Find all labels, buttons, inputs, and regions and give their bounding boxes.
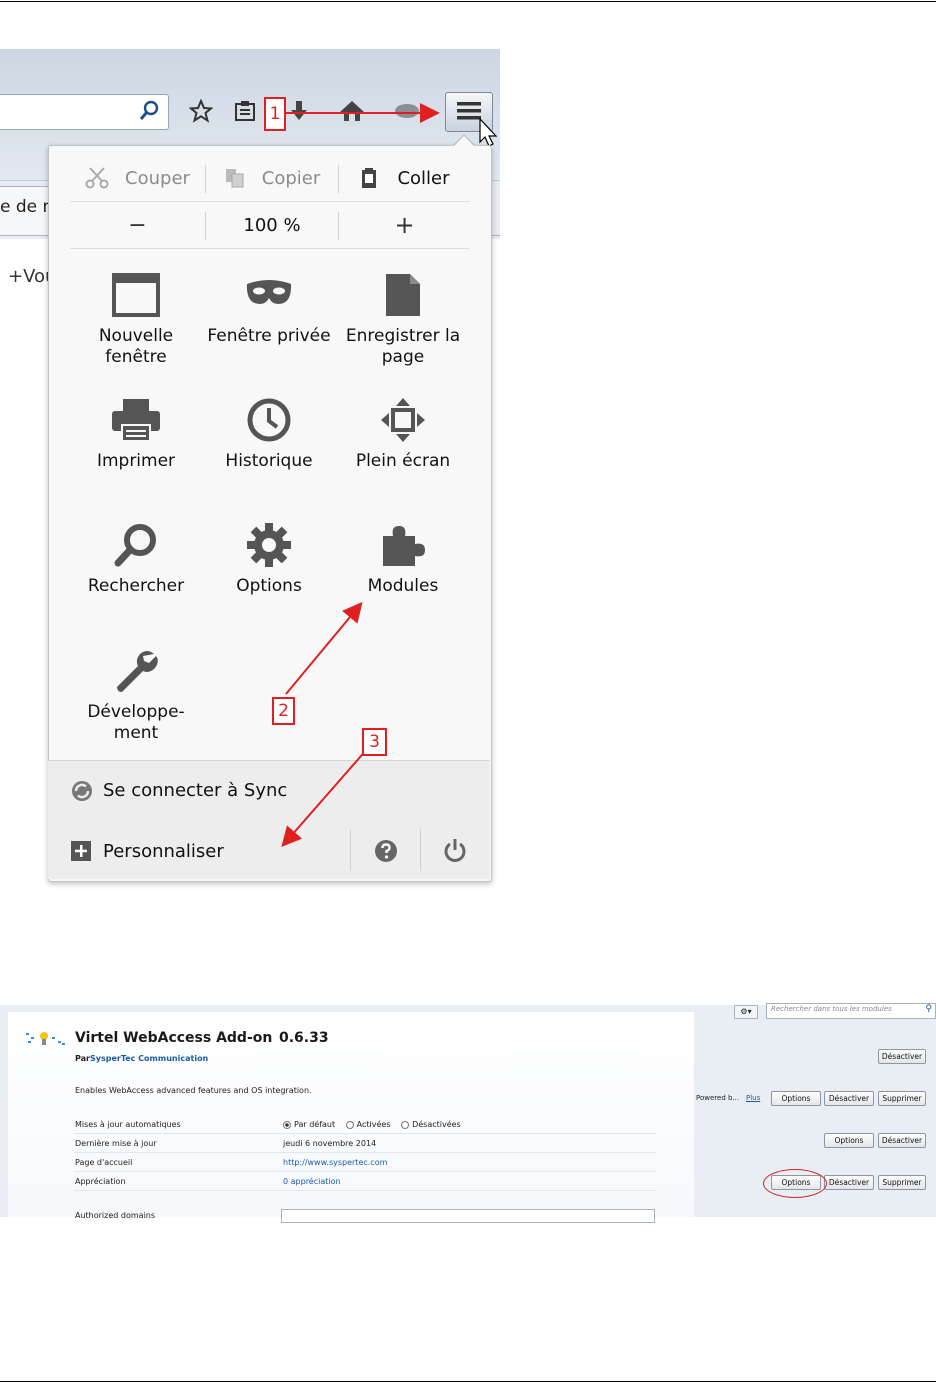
- annotation-2: 2: [272, 697, 295, 725]
- last-update-label: Dernière mise à jour: [75, 1139, 157, 1148]
- search-icon: ⚲: [925, 1004, 932, 1014]
- authorized-domains-input[interactable]: [281, 1209, 655, 1223]
- row-divider: [74, 1133, 656, 1134]
- addon-author-link[interactable]: SysperTec Communication: [90, 1054, 208, 1063]
- disable-button[interactable]: Désactiver: [878, 1049, 926, 1064]
- disable-button[interactable]: Désactiver: [824, 1175, 874, 1190]
- annotation-3: 3: [362, 728, 387, 756]
- arrow-to-customize: [281, 747, 369, 848]
- authorized-domains-label: Authorized domains: [75, 1211, 156, 1220]
- radio-default-label: Par défaut: [294, 1120, 336, 1129]
- highlight-ellipse: [763, 1169, 827, 1198]
- annotation-1: 1: [264, 97, 286, 131]
- addon-description: Enables WebAccess advanced features and …: [75, 1086, 312, 1095]
- options-button[interactable]: Options: [824, 1133, 874, 1148]
- addon-logo-icon: [24, 1029, 66, 1053]
- disable-button[interactable]: Désactiver: [824, 1091, 874, 1106]
- powered-by-text: Powered b...: [696, 1094, 740, 1102]
- options-button[interactable]: Options: [771, 1091, 821, 1106]
- remove-button[interactable]: Supprimer: [878, 1091, 926, 1106]
- radio-disabled-label: Désactivées: [412, 1120, 461, 1129]
- addon-search-placeholder: Rechercher dans tous les modules: [771, 1005, 892, 1013]
- rating-link[interactable]: 0 appréciation: [283, 1177, 341, 1186]
- radio-disabled[interactable]: Désactivées: [401, 1120, 461, 1129]
- addon-search-input[interactable]: Rechercher dans tous les modules ⚲: [766, 1003, 936, 1019]
- annotation-arrows: [281, 103, 440, 848]
- rating-label: Appréciation: [75, 1177, 126, 1186]
- radio-enabled-label: Activées: [356, 1120, 391, 1129]
- addon-title: Virtel WebAccess Add-on: [75, 1030, 273, 1046]
- addon-version: 0.6.33: [279, 1030, 329, 1046]
- tools-gear-button[interactable]: ⚙▾: [734, 1005, 758, 1019]
- row-divider: [74, 1152, 656, 1153]
- auto-update-label: Mises à jour automatiques: [75, 1120, 181, 1129]
- radio-default[interactable]: Par défaut: [283, 1120, 335, 1129]
- disable-button[interactable]: Désactiver: [878, 1133, 926, 1148]
- arrow-to-modules: [285, 601, 363, 695]
- more-link[interactable]: Plus: [746, 1094, 760, 1102]
- homepage-link[interactable]: http://www.syspertec.com: [283, 1158, 387, 1167]
- remove-button[interactable]: Supprimer: [878, 1175, 926, 1190]
- row-divider: [74, 1171, 656, 1172]
- homepage-label: Page d'accueil: [75, 1158, 133, 1167]
- row-divider: [74, 1190, 656, 1191]
- auto-update-radios: Par défaut Activées Désactivées: [283, 1120, 461, 1129]
- addon-by-prefix: Par: [75, 1054, 90, 1063]
- radio-enabled[interactable]: Activées: [345, 1120, 391, 1129]
- last-update-value: jeudi 6 novembre 2014: [283, 1139, 377, 1148]
